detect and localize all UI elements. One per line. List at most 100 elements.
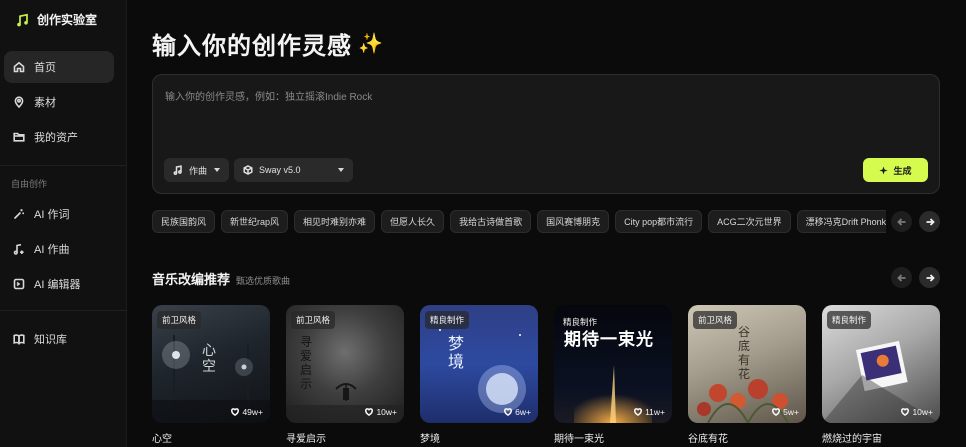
likes-count: 6w+ (504, 407, 531, 417)
likes-count: 49w+ (231, 407, 263, 417)
heart-icon (504, 408, 513, 416)
sidebar-item-materials[interactable]: 素材 (4, 86, 114, 118)
brand-name: 创作实验室 (37, 13, 98, 27)
mode-select[interactable]: 作曲 (164, 158, 229, 182)
sidebar-item-ai-lyrics[interactable]: AI 作词 (4, 198, 114, 230)
sidebar-item-assets[interactable]: 我的资产 (4, 121, 114, 153)
book-icon (13, 334, 25, 345)
location-pin-icon (14, 96, 24, 108)
sidebar-item-home[interactable]: 首页 (4, 51, 114, 83)
song-title: 心空 (152, 434, 172, 445)
likes-value: 11w+ (645, 407, 665, 417)
song-card[interactable]: 精良制作 10w+ 燃烧过的宇宙 (822, 305, 940, 445)
chip[interactable]: 但愿人长久 (381, 210, 445, 233)
recommend-prev-button[interactable] (891, 267, 912, 288)
chip[interactable]: 民族国韵风 (152, 210, 216, 233)
page-title-text: 输入你的创作灵感 (152, 33, 352, 60)
likes-count: 10w+ (365, 407, 397, 417)
model-select[interactable]: Sway v5.0 (234, 158, 353, 182)
song-cover[interactable]: 精良制作 10w+ (822, 305, 940, 423)
song-title: 梦境 (420, 434, 440, 445)
chip[interactable]: 国风赛博朋克 (537, 210, 610, 233)
prompt-input[interactable] (165, 89, 765, 105)
chips-next-button[interactable] (919, 211, 940, 232)
chip[interactable]: 新世纪rap风 (221, 210, 289, 233)
chip[interactable]: City pop都市流行 (615, 210, 703, 233)
likes-count: 11w+ (634, 407, 665, 417)
folder-icon (13, 132, 25, 142)
likes-value: 49w+ (242, 407, 263, 417)
recommend-subtitle: 甄选优质歌曲 (236, 276, 291, 286)
cover-title-art: 期待一束光 (564, 330, 654, 350)
cover-title-art: 梦境 (448, 334, 465, 371)
likes-count: 5w+ (772, 407, 799, 417)
music-note-icon (173, 165, 182, 175)
magic-wand-icon (13, 209, 24, 220)
style-tag: 前卫风格 (291, 311, 336, 329)
heart-icon (365, 408, 374, 416)
inspiration-chips: 民族国韵风 新世纪rap风 相见时难别亦难 但愿人长久 我给古诗做首歌 国风赛博… (152, 210, 886, 233)
chips-prev-button[interactable] (891, 211, 912, 232)
song-cover[interactable]: 谷底有花 前卫风格 5w+ (688, 305, 806, 423)
heart-icon (634, 408, 643, 416)
style-tag: 精良制作 (563, 317, 598, 327)
arrow-left-icon (896, 273, 905, 282)
song-title: 期待一束光 (554, 434, 604, 445)
recommend-section-header: 音乐改编推荐 甄选优质歌曲 (152, 269, 290, 288)
style-tag: 前卫风格 (157, 311, 202, 329)
likes-value: 5w+ (783, 407, 799, 417)
music-note-icon (17, 13, 28, 26)
likes-value: 10w+ (376, 407, 397, 417)
song-cover[interactable]: 寻爱启示 前卫风格 10w+ (286, 305, 404, 423)
arrow-right-icon (926, 217, 935, 226)
chip[interactable]: 漂移冯克Drift Phonk (796, 210, 886, 233)
song-cover[interactable]: 心空 前卫风格 49w+ (152, 305, 270, 423)
recommend-next-button[interactable] (919, 267, 940, 288)
prompt-box: 作曲 Sway v5.0 生成 (152, 74, 940, 194)
sidebar-item-label: AI 作曲 (34, 244, 70, 256)
style-tag: 精良制作 (827, 311, 872, 329)
model-select-label: Sway v5.0 (259, 165, 301, 175)
brand[interactable]: 创作实验室 (16, 11, 97, 28)
recommend-title: 音乐改编推荐 (152, 272, 231, 287)
heart-icon (772, 408, 781, 416)
home-icon (13, 61, 25, 73)
song-card[interactable]: 心空 前卫风格 49w+ 心空 (152, 305, 270, 445)
sidebar-item-label: AI 编辑器 (34, 279, 81, 291)
song-title: 燃烧过的宇宙 (822, 434, 882, 445)
generate-button-label: 生成 (893, 165, 912, 176)
cover-title-art: 寻爱启示 (300, 335, 313, 391)
cover-title-art: 心空 (202, 343, 216, 375)
song-card[interactable]: 期待一束光 精良制作 11w+ 期待一束光 (554, 305, 672, 445)
song-card[interactable]: 梦境 精良制作 6w+ 梦境 (420, 305, 538, 445)
song-cover[interactable]: 梦境 精良制作 6w+ (420, 305, 538, 423)
arrow-right-icon (926, 273, 935, 282)
sidebar-item-ai-editor[interactable]: AI 编辑器 (4, 268, 114, 300)
mode-select-label: 作曲 (189, 165, 208, 176)
sparkle-icon (879, 165, 889, 175)
generate-button[interactable]: 生成 (863, 158, 928, 182)
music-note-plus-icon (13, 243, 24, 255)
arrow-left-icon (896, 217, 905, 226)
likes-value: 6w+ (515, 407, 531, 417)
sidebar-item-label: 素材 (34, 97, 56, 109)
heart-icon (901, 408, 910, 416)
song-card[interactable]: 寻爱启示 前卫风格 10w+ 寻爱启示 (286, 305, 404, 445)
sidebar-item-ai-compose[interactable]: AI 作曲 (4, 233, 114, 265)
chevron-down-icon (214, 168, 220, 172)
song-cover[interactable]: 期待一束光 精良制作 11w+ (554, 305, 672, 423)
chip[interactable]: 我给古诗做首歌 (450, 210, 532, 233)
main-content: 输入你的创作灵感 ✨ 作曲 Sway v5.0 生成 民族国韵风 新世纪rap风… (127, 0, 966, 447)
chip[interactable]: ACG二次元世界 (708, 210, 791, 233)
sidebar-item-knowledge-base[interactable]: 知识库 (4, 323, 114, 355)
sidebar-item-label: 首页 (34, 62, 56, 74)
song-card[interactable]: 谷底有花 前卫风格 5w+ 谷底有花 (688, 305, 806, 445)
cube-icon (243, 165, 253, 175)
sidebar: 创作实验室 首页 素材 我的资产 自由创作 AI 作词 AI 作曲 AI 编辑器… (0, 0, 127, 447)
style-tag: 精良制作 (425, 311, 470, 329)
sparkles-icon: ✨ (358, 33, 384, 55)
page-title: 输入你的创作灵感 ✨ (152, 26, 384, 61)
recommend-cards: 心空 前卫风格 49w+ 心空 寻爱启示 前卫风格 10w+ 寻爱启示 梦境 精… (152, 305, 966, 447)
style-tag: 前卫风格 (693, 311, 738, 329)
chip[interactable]: 相见时难别亦难 (294, 210, 376, 233)
